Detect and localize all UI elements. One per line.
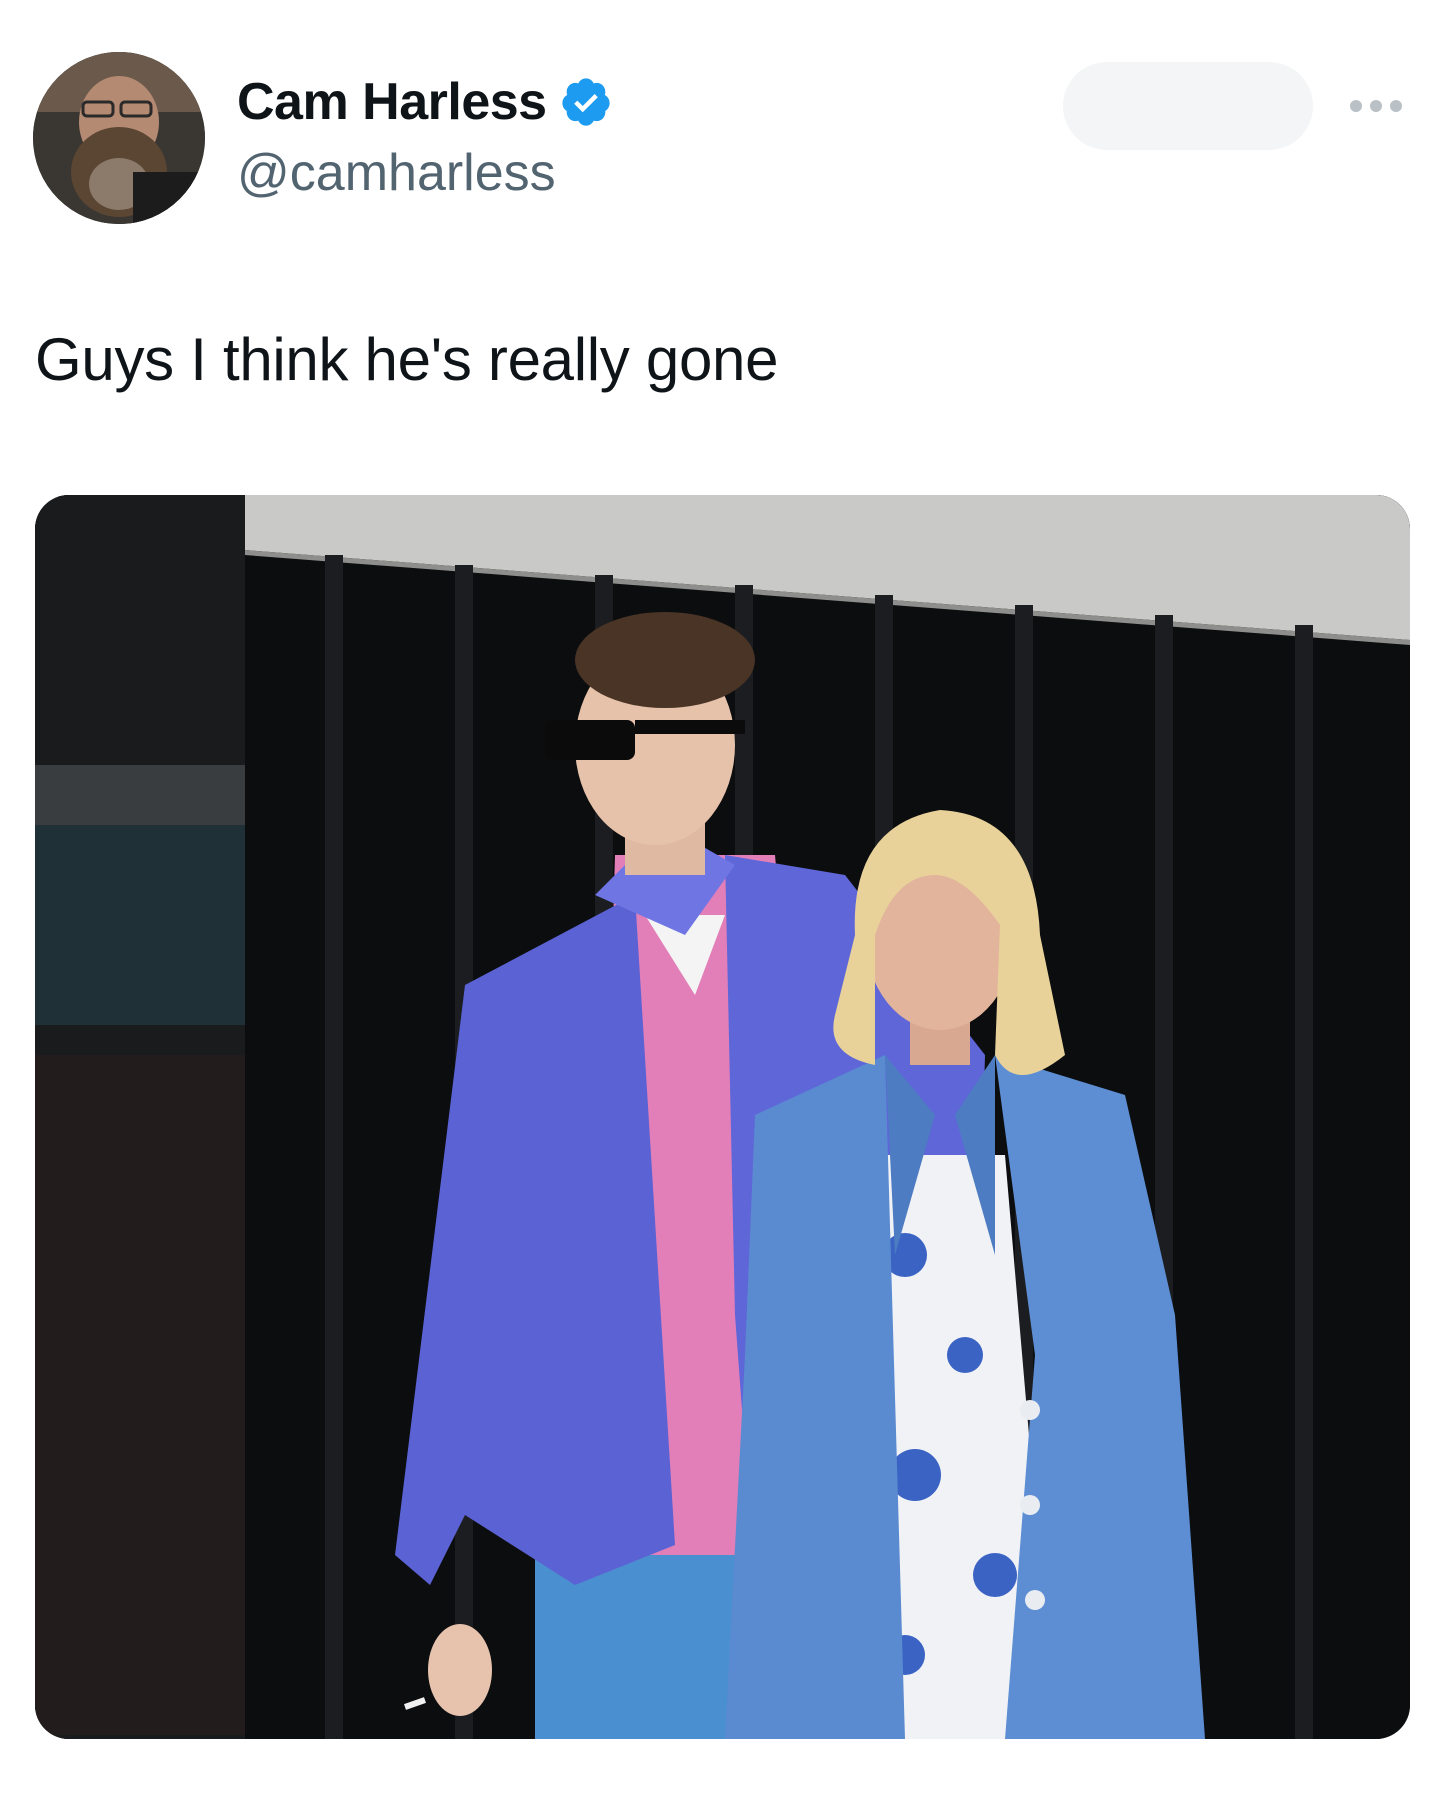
tweet-card: Cam Harless @camharless Guys I think he'…: [0, 0, 1440, 1799]
author-handle[interactable]: @camharless: [237, 143, 556, 203]
follow-button[interactable]: [1063, 62, 1313, 150]
tweet-media[interactable]: [35, 495, 1410, 1739]
more-dots-icon[interactable]: [1348, 92, 1404, 120]
author-avatar[interactable]: [33, 52, 205, 224]
avatar-image: [33, 52, 205, 224]
author-display-name[interactable]: Cam Harless: [237, 72, 547, 132]
verified-badge-icon: [561, 78, 610, 126]
tweet-text: Guys I think he's really gone: [35, 326, 779, 393]
author-name-row[interactable]: Cam Harless: [237, 72, 613, 132]
media-photo: [35, 495, 1410, 1739]
